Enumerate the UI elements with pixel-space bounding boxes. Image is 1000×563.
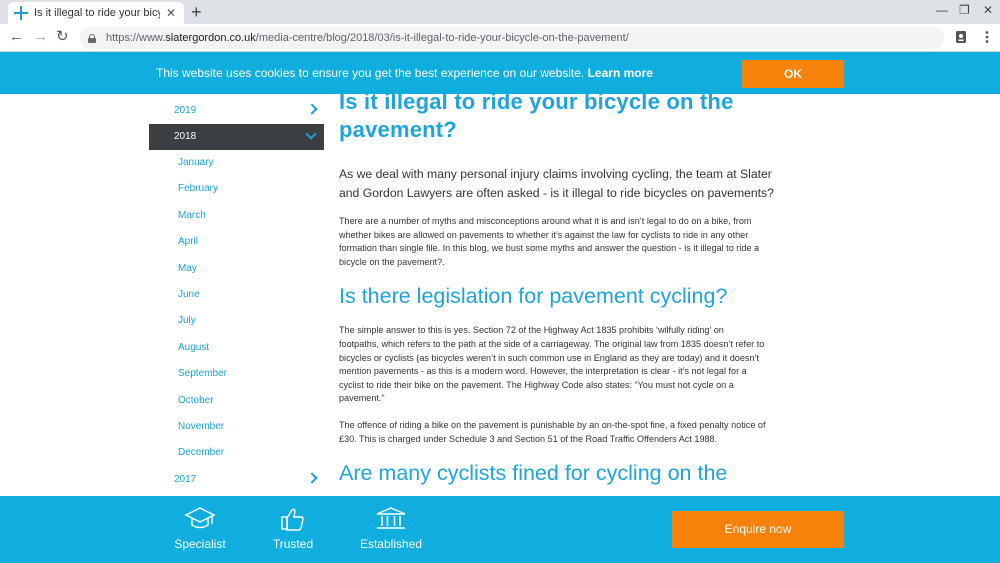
cookie-ok-button[interactable]: OK [742,60,844,88]
year-2017[interactable]: 2017 [149,467,324,493]
restore-window-icon[interactable]: ❐ [959,3,970,17]
address-bar[interactable]: https://www.slatergordon.co.uk/media-cen… [80,27,944,49]
year-label: 2019 [174,105,197,116]
cookie-banner: This website uses cookies to ensure you … [0,52,1000,94]
browser-tab-bar: Is it illegal to ride your bicycle on ✕ … [0,0,1000,24]
section-heading-legislation: Is there legislation for pavement cyclin… [339,284,728,309]
month-june[interactable]: June [149,282,324,308]
month-august[interactable]: August [149,335,324,361]
chevron-right-icon [306,472,318,484]
cookie-text: This website uses cookies to ensure you … [156,66,585,80]
passport-icon[interactable] [954,30,968,44]
month-january[interactable]: January [149,150,324,176]
article-lead: As we deal with many personal injury cla… [339,165,839,203]
paragraph-line: There are a number of myths and misconce… [339,216,752,226]
cookie-message: This website uses cookies to ensure you … [156,66,653,80]
tab-title: Is it illegal to ride your bicycle on [34,7,160,19]
blog-article: Is it illegal to ride your bicycle on th… [339,88,839,486]
month-march[interactable]: March [149,203,324,229]
close-window-icon[interactable]: ✕ [983,3,993,17]
chevron-down-icon [305,128,317,140]
reload-icon[interactable]: ↻ [56,28,69,46]
feature-label: Established [359,537,423,551]
feature-trusted: Trusted [263,506,323,551]
browser-tab[interactable]: Is it illegal to ride your bicycle on ✕ [8,2,184,24]
trust-banner: Specialist Trusted Established Enquire n… [0,496,1000,563]
month-may[interactable]: May [149,256,324,282]
graduation-cap-icon [184,507,216,529]
article-title-line: pavement? [339,117,457,142]
paragraph-line: formation than single file. In this blog… [339,243,760,254]
browser-toolbar: ← → ↻ https://www.slatergordon.co.uk/med… [0,24,1000,52]
section-heading-fines: Are many cyclists fined for cycling on t… [339,461,728,486]
year-label: 2017 [174,473,197,485]
minimize-window-icon[interactable]: — [936,3,948,17]
close-tab-icon[interactable]: ✕ [166,6,176,20]
year-label: 2018 [174,131,197,142]
legislation-paragraph: The simple answer to this is yes. Sectio… [339,324,839,406]
page-viewport: This website uses cookies to ensure you … [0,52,1000,563]
paragraph-line: mention pavements - as this is a modern … [339,366,747,377]
learn-more-link[interactable]: Learn more [588,66,653,80]
lock-icon [88,33,96,43]
blog-archive-sidebar: 2019 2018 January February March April M… [149,98,324,493]
paragraph-line: cyclist to ride their bike on the paveme… [339,379,734,390]
url-text: https://www.slatergordon.co.uk/media-cen… [106,32,629,44]
enquire-now-button[interactable]: Enquire now [672,511,844,548]
year-2019[interactable]: 2019 [149,98,324,124]
lead-line: As we deal with many personal injury cla… [339,167,772,181]
thumbs-up-icon [281,508,304,531]
paragraph-line: The simple answer to this is yes. Sectio… [339,325,724,336]
month-december[interactable]: December [149,440,324,466]
menu-dots-icon[interactable] [980,30,994,44]
feature-label: Specialist [174,537,226,551]
forward-icon[interactable]: → [33,28,48,46]
site-favicon-icon [14,6,28,20]
month-october[interactable]: October [149,388,324,414]
paragraph-line: The offence of riding a bike on the pave… [339,419,766,430]
paragraph-line: £30. This is charged under Schedule 3 an… [339,433,718,444]
month-april[interactable]: April [149,229,324,255]
feature-specialist: Specialist [170,506,230,551]
lead-line: and Gordon Lawyers are often asked - is … [339,186,774,200]
month-july[interactable]: July [149,308,324,334]
month-november[interactable]: November [149,414,324,440]
month-september[interactable]: September [149,361,324,387]
chevron-right-icon [306,103,318,115]
year-2018[interactable]: 2018 [149,124,324,150]
paragraph-line: bicycles or cyclists (as bicycles weren’… [339,352,760,363]
feature-established: Established [351,506,431,551]
month-february[interactable]: February [149,176,324,202]
feature-label: Trusted [272,537,314,551]
fine-paragraph: The offence of riding a bike on the pave… [339,419,839,446]
intro-paragraph: There are a number of myths and misconce… [339,215,839,269]
article-title: Is it illegal to ride your bicycle on th… [339,88,839,144]
paragraph-line: bicycle on the pavement?. [339,256,445,267]
paragraph-line: footpaths, which refers to the path at t… [339,338,765,349]
paragraph-line: pavement.” [339,393,385,404]
paragraph-line: whether bikes are allowed on pavements t… [339,229,749,240]
new-tab-button[interactable]: + [191,2,202,22]
bank-building-icon [376,507,406,529]
back-icon[interactable]: ← [9,28,24,46]
